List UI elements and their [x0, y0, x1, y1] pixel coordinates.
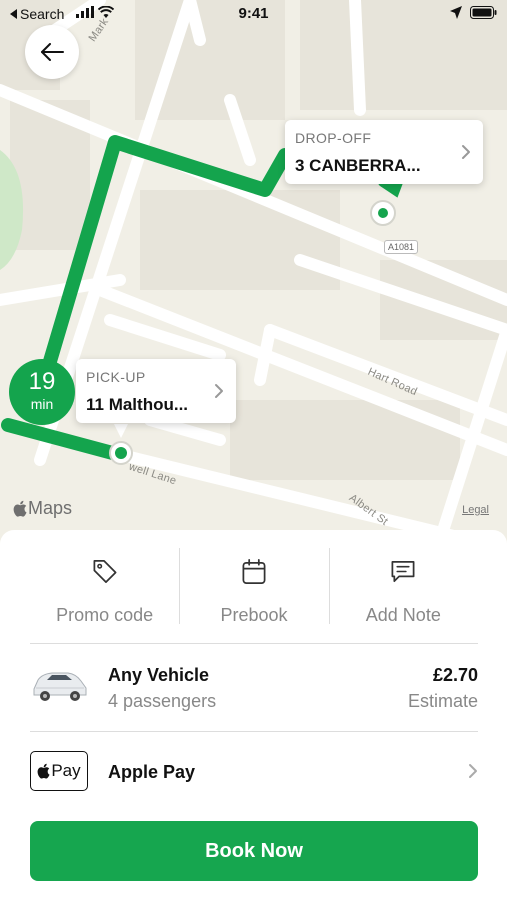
dropoff-caption: DROP-OFF [295, 130, 372, 146]
signal-wifi-icons [76, 6, 114, 18]
payment-method-row[interactable]: Pay Apple Pay [30, 751, 478, 793]
vehicle-name: Any Vehicle [108, 665, 210, 685]
apple-pay-badge: Pay [30, 751, 88, 791]
promo-code-label: Promo code [56, 605, 154, 625]
prebook-button[interactable]: Prebook [179, 548, 328, 626]
wifi-icon [98, 6, 114, 18]
cellular-signal-icon [76, 6, 94, 18]
map-base [0, 0, 507, 540]
booking-options: Promo code Prebook Add Note [30, 548, 478, 626]
pickup-caption: PICK-UP [86, 369, 146, 385]
vehicle-passengers: 4 passengers [108, 691, 217, 711]
divider [30, 643, 478, 644]
pickup-callout[interactable]: PICK-UP 11 Malthou... [76, 359, 236, 423]
add-note-label: Add Note [365, 605, 441, 625]
back-button[interactable] [25, 25, 79, 79]
payment-method-label: Apple Pay [108, 762, 196, 782]
eta-badge: 19 min [9, 359, 75, 425]
chevron-right-icon [462, 145, 470, 159]
divider [30, 731, 478, 732]
car-icon [33, 672, 87, 701]
eta-value: 19 [28, 368, 56, 395]
dropoff-callout[interactable]: DROP-OFF 3 CANBERRA... [285, 120, 483, 184]
prebook-label: Prebook [220, 605, 288, 625]
arrow-left-icon [41, 43, 64, 61]
book-now-button[interactable]: Book Now [30, 821, 478, 881]
road-number-shield: A1081 [384, 240, 419, 254]
legal-link[interactable]: Legal [462, 504, 489, 516]
calendar-icon [242, 559, 266, 584]
apple-logo-icon [13, 500, 27, 517]
chevron-right-icon [469, 764, 477, 778]
status-icons [450, 6, 497, 19]
maps-brand: Maps [13, 498, 72, 519]
apple-pay-badge-text: Pay [51, 761, 81, 780]
add-note-button[interactable]: Add Note [328, 548, 478, 626]
battery-icon [470, 6, 497, 19]
price-estimate-label: Estimate [407, 691, 478, 711]
vehicle-row[interactable]: Any Vehicle 4 passengers £2.70 Estimate [30, 657, 478, 717]
promo-code-button[interactable]: Promo code [30, 548, 179, 626]
dropoff-address: 3 CANBERRA... [295, 156, 421, 175]
tag-icon [93, 560, 117, 583]
eta-unit: min [30, 396, 54, 412]
vehicle-price: £2.70 [432, 665, 478, 685]
note-icon [391, 560, 415, 583]
booking-sheet: Promo code Prebook Add Note Any Vehicle … [0, 530, 507, 900]
map-view[interactable]: Mark Hart Road well Lane Albert St A1081… [0, 0, 507, 540]
location-arrow-icon [450, 6, 462, 19]
chevron-right-icon [215, 384, 223, 398]
maps-brand-text: Maps [28, 498, 73, 518]
pickup-address: 11 Malthou... [86, 395, 189, 414]
apple-logo-icon [37, 763, 50, 779]
